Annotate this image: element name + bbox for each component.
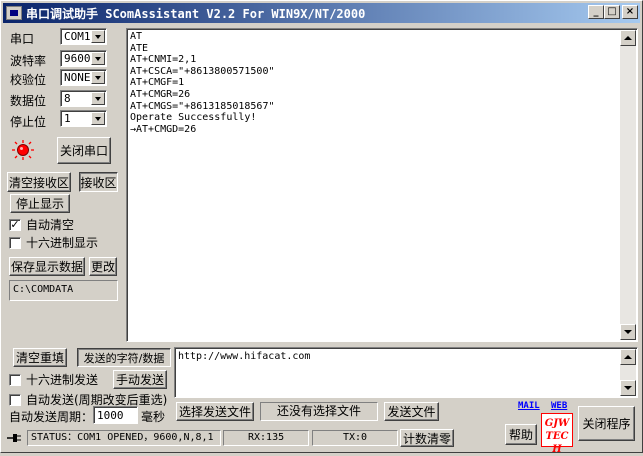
stopbits-value: 1 <box>64 112 71 125</box>
scroll-down-icon[interactable] <box>620 380 636 396</box>
receive-line: Operate Successfully! <box>130 112 257 124</box>
chevron-down-icon[interactable] <box>91 92 105 105</box>
send-scrollbar[interactable] <box>620 349 636 396</box>
databits-select[interactable]: 8 <box>60 90 107 107</box>
parity-label: 校验位 <box>10 73 47 87</box>
auto-send-box[interactable] <box>9 393 21 406</box>
status-text: STATUS：COM1 OPENED，9600,N,8,1 <box>27 430 221 446</box>
parity-value: NONE <box>64 71 91 84</box>
receive-line: AT+CSCA="+8613800571500" <box>130 65 275 77</box>
close-app-button[interactable]: 关闭程序 <box>578 406 635 441</box>
receive-line: AT+CMGR=26 <box>130 88 191 100</box>
app-window: 串口调试助手 SComAssistant V2.2 For WIN9X/NT/2… <box>0 0 643 455</box>
manual-send-button[interactable]: 手动发送 <box>113 370 167 389</box>
scroll-up-icon[interactable] <box>620 349 636 365</box>
mail-link[interactable]: MAIL <box>518 401 540 411</box>
baud-value: 9600 <box>64 52 91 65</box>
receive-line: AT <box>130 31 143 42</box>
app-icon <box>6 6 22 20</box>
receive-textarea[interactable]: AT ATE AT+CNMI=2,1 AT+CSCA="+8613800571500"… <box>126 28 638 342</box>
gjw-logo: GJW TECH <box>541 413 573 455</box>
scroll-up-icon[interactable] <box>620 30 636 46</box>
choose-file-button[interactable]: 选择发送文件 <box>176 402 254 421</box>
databits-label: 数据位 <box>10 94 47 108</box>
receive-line: AT+CNMI=2,1 <box>130 54 197 66</box>
receive-scrollbar[interactable] <box>620 30 636 340</box>
receive-line: AT+CMGF=1 <box>130 77 185 89</box>
connection-icon <box>7 434 21 442</box>
send-file-button[interactable]: 发送文件 <box>384 402 439 421</box>
minimize-button[interactable]: _ <box>588 5 604 19</box>
port-select[interactable]: COM1 <box>60 28 107 45</box>
close-port-button[interactable]: 关闭串口 <box>57 137 111 164</box>
save-path-display: C:\COMDATA <box>9 280 118 301</box>
chevron-down-icon[interactable] <box>91 30 105 43</box>
period-unit: 毫秒 <box>141 410 166 424</box>
parity-select[interactable]: NONE <box>60 69 107 86</box>
hex-display-label: 十六进制显示 <box>26 236 99 250</box>
hex-send-checkbox[interactable]: 十六进制发送 <box>9 371 98 388</box>
send-text: http://www.hifacat.com <box>178 351 311 362</box>
auto-send-checkbox[interactable]: 自动发送(周期改变后重选) <box>9 391 167 408</box>
chevron-down-icon[interactable] <box>91 71 105 84</box>
auto-clear-label: 自动清空 <box>26 218 75 232</box>
receive-text: AT ATE AT+CNMI=2,1 AT+CSCA="+8613800571500"… <box>130 31 275 135</box>
maximize-button[interactable]: □ <box>604 5 620 19</box>
hex-send-box[interactable] <box>9 373 21 386</box>
hex-display-checkbox[interactable]: 十六进制显示 <box>9 234 98 251</box>
send-textarea[interactable]: http://www.hifacat.com <box>174 347 638 398</box>
receive-line: AT+CMGS="+8613185018567" <box>130 100 275 112</box>
period-input[interactable]: 1000 <box>93 406 138 424</box>
hex-display-box[interactable] <box>9 236 21 249</box>
change-path-button[interactable]: 更改 <box>89 257 117 276</box>
scroll-down-icon[interactable] <box>620 324 636 340</box>
chevron-down-icon[interactable] <box>91 112 105 125</box>
baud-label: 波特率 <box>10 54 47 68</box>
rx-count: RX:135 <box>223 430 309 446</box>
window-title: 串口调试助手 SComAssistant V2.2 For WIN9X/NT/2… <box>26 6 366 21</box>
status-indicator-icon <box>12 140 34 160</box>
port-label: 串口 <box>10 32 35 46</box>
tx-count: TX:0 <box>312 430 398 446</box>
clear-resend-button[interactable]: 清空重填 <box>13 348 67 367</box>
file-status: 还没有选择文件 <box>260 402 378 421</box>
databits-value: 8 <box>64 92 71 105</box>
send-chars-button[interactable]: 发送的字符/数据 <box>77 348 171 367</box>
period-label: 自动发送周期： <box>9 410 94 424</box>
save-data-button[interactable]: 保存显示数据 <box>9 257 85 276</box>
reset-count-button[interactable]: 计数清零 <box>400 429 454 447</box>
port-value: COM1 <box>64 30 91 43</box>
stop-display-button[interactable]: 停止显示 <box>10 194 70 213</box>
title-bar[interactable]: 串口调试助手 SComAssistant V2.2 For WIN9X/NT/2… <box>3 3 640 23</box>
baud-select[interactable]: 9600 <box>60 50 107 67</box>
receive-area-button[interactable]: 接收区 <box>79 172 118 192</box>
web-link[interactable]: WEB <box>551 401 567 411</box>
hex-send-label: 十六进制发送 <box>26 373 99 387</box>
close-window-button[interactable]: × <box>622 5 638 19</box>
stopbits-select[interactable]: 1 <box>60 110 107 127</box>
stopbits-label: 停止位 <box>10 115 47 129</box>
help-button[interactable]: 帮助 <box>505 424 537 445</box>
chevron-down-icon[interactable] <box>91 52 105 65</box>
auto-clear-checkmark[interactable]: ✓ <box>9 218 21 231</box>
auto-clear-checkbox[interactable]: ✓ 自动清空 <box>9 216 74 233</box>
clear-receive-button[interactable]: 清空接收区 <box>7 172 71 192</box>
receive-line: →AT+CMGD=26 <box>130 123 197 135</box>
receive-line: ATE <box>130 42 149 54</box>
